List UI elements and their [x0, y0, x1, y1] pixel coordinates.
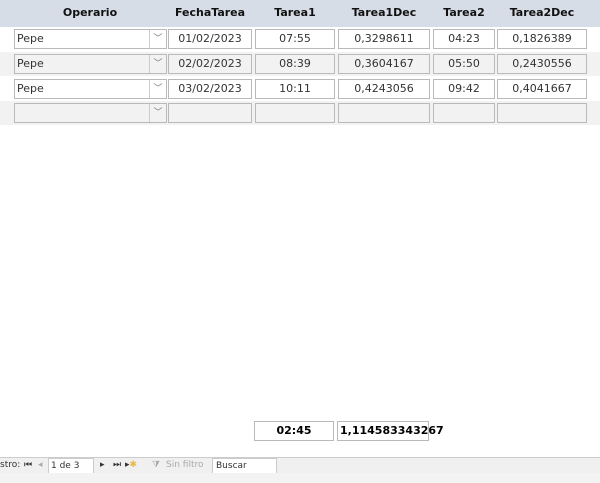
- tarea1dec-field[interactable]: 0,4243056: [338, 79, 430, 99]
- chevron-down-icon[interactable]: ﹀: [149, 30, 166, 48]
- fecha-field[interactable]: 03/02/2023: [168, 79, 252, 99]
- column-header-row: Operario FechaTarea Tarea1 Tarea1Dec Tar…: [0, 0, 600, 27]
- fecha-field[interactable]: 01/02/2023: [168, 29, 252, 49]
- operario-combo[interactable]: Pepe ﹀: [14, 54, 167, 74]
- tarea1dec-field[interactable]: [338, 103, 430, 123]
- next-record-icon[interactable]: ▸: [100, 460, 105, 470]
- header-tarea1: Tarea1: [274, 6, 316, 19]
- operario-combo[interactable]: Pepe ﹀: [14, 79, 167, 99]
- status-bar: [0, 473, 600, 483]
- chevron-down-icon[interactable]: ﹀: [149, 55, 166, 73]
- record-label: stro:: [0, 460, 21, 470]
- tarea2-field[interactable]: 09:42: [433, 79, 495, 99]
- tarea1-field[interactable]: 07:55: [255, 29, 335, 49]
- operario-value: Pepe: [17, 82, 44, 95]
- header-tarea2: Tarea2: [443, 6, 485, 19]
- fecha-field[interactable]: 02/02/2023: [168, 54, 252, 74]
- new-record-row: ﹀: [0, 101, 600, 125]
- record-number-input[interactable]: 1 de 3: [48, 458, 94, 474]
- tarea2dec-field[interactable]: 0,4041667: [497, 79, 587, 99]
- header-tarea1dec: Tarea1Dec: [351, 6, 417, 19]
- tarea2-field[interactable]: 04:23: [433, 29, 495, 49]
- total-tarea1: 02:45: [254, 421, 334, 441]
- last-record-icon[interactable]: ⏭: [113, 460, 121, 470]
- tarea2dec-field[interactable]: 0,1826389: [497, 29, 587, 49]
- tarea2-field[interactable]: [433, 103, 495, 123]
- filter-toggle[interactable]: Sin filtro: [166, 460, 204, 470]
- tarea1-field[interactable]: 10:11: [255, 79, 335, 99]
- header-fechatarea: FechaTarea: [174, 6, 246, 19]
- operario-value: Pepe: [17, 32, 44, 45]
- new-record-icon[interactable]: ▸✱: [125, 460, 137, 470]
- chevron-down-icon[interactable]: ﹀: [149, 104, 166, 122]
- operario-combo[interactable]: ﹀: [14, 103, 167, 123]
- tarea1dec-field[interactable]: 0,3604167: [338, 54, 430, 74]
- fecha-field[interactable]: [168, 103, 252, 123]
- filter-icon: ⧩: [152, 460, 161, 470]
- chevron-down-icon[interactable]: ﹀: [149, 80, 166, 98]
- tarea2-field[interactable]: 05:50: [433, 54, 495, 74]
- previous-record-icon[interactable]: ◂: [38, 460, 43, 470]
- first-record-icon[interactable]: ⏮: [24, 460, 32, 470]
- table-row: Pepe ﹀ 02/02/2023 08:39 0,3604167 05:50 0…: [0, 52, 600, 76]
- tarea1dec-field[interactable]: 0,3298611: [338, 29, 430, 49]
- search-input[interactable]: Buscar: [212, 458, 277, 474]
- tarea1-field[interactable]: [255, 103, 335, 123]
- table-row: Pepe ﹀ 03/02/2023 10:11 0,4243056 09:42 0…: [0, 77, 600, 101]
- operario-combo[interactable]: Pepe ﹀: [14, 29, 167, 49]
- table-row: Pepe ﹀ 01/02/2023 07:55 0,3298611 04:23 0…: [0, 27, 600, 51]
- tarea2dec-field[interactable]: 0,2430556: [497, 54, 587, 74]
- header-tarea2dec: Tarea2Dec: [509, 6, 575, 19]
- tarea2dec-field[interactable]: [497, 103, 587, 123]
- operario-value: Pepe: [17, 57, 44, 70]
- total-tarea1dec: 1,114583343267: [337, 421, 444, 441]
- record-navigation-bar: stro: ⏮ ◂ 1 de 3 ▸ ⏭ ▸✱ ⧩ Sin filtro Bus…: [0, 457, 600, 474]
- header-operario: Operario: [62, 6, 118, 19]
- tarea1-field[interactable]: 08:39: [255, 54, 335, 74]
